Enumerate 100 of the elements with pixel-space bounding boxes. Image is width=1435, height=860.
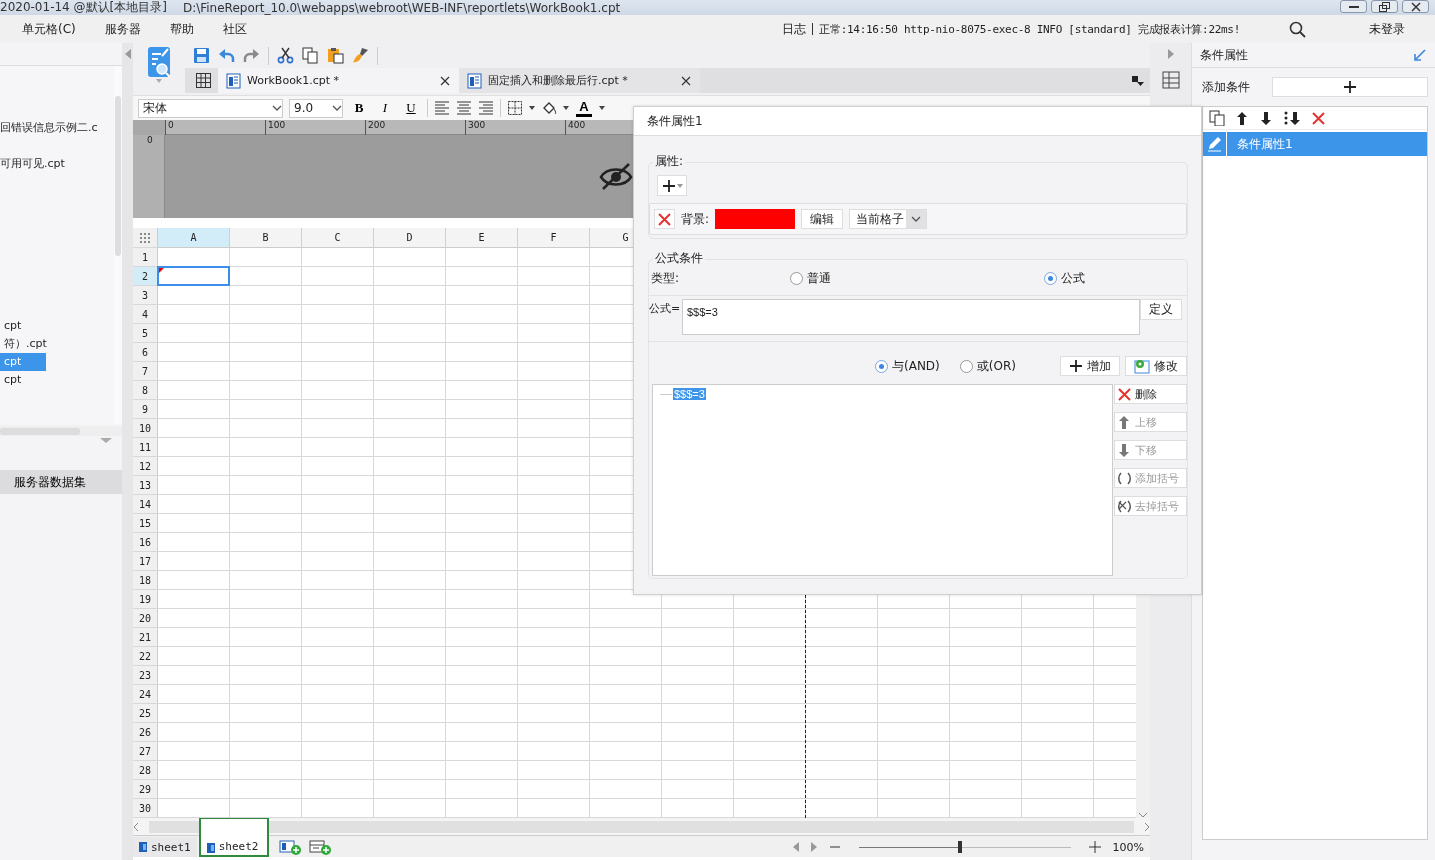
eye-slash-icon[interactable] [599, 160, 633, 193]
formula-field[interactable]: $$$=3 [682, 299, 1140, 335]
grid-icon[interactable] [195, 72, 212, 89]
row-header[interactable]: 28 [133, 761, 158, 780]
border-icon[interactable] [507, 100, 523, 116]
caret-icon[interactable] [599, 106, 605, 110]
row-header[interactable]: 5 [133, 324, 158, 343]
fill-bucket-icon[interactable] [541, 100, 557, 116]
move-bottom-icon[interactable] [1283, 110, 1301, 126]
scroll-down-icon[interactable] [1138, 812, 1148, 818]
minimize-button[interactable] [1340, 0, 1367, 13]
radio-button[interactable]: 与(AND) [875, 357, 940, 375]
delete-icon[interactable] [1311, 110, 1326, 126]
row-header[interactable]: 16 [133, 533, 158, 552]
row-header[interactable]: 10 [133, 419, 158, 438]
row-header[interactable]: 20 [133, 609, 158, 628]
selected-cell[interactable] [157, 266, 230, 286]
align-right-icon[interactable] [478, 100, 494, 116]
row-header[interactable]: 27 [133, 742, 158, 761]
file-item[interactable]: cpt [0, 317, 46, 335]
restore-button[interactable] [1371, 0, 1398, 13]
zoom-in-icon[interactable] [1088, 841, 1101, 853]
scroll-left-icon[interactable] [133, 821, 139, 832]
undo-icon[interactable] [218, 47, 235, 64]
column-header[interactable]: E [446, 228, 518, 248]
action-button[interactable]: 删除 [1114, 384, 1187, 404]
font-select[interactable]: 宋体 [138, 98, 283, 118]
copy-icon[interactable] [1209, 110, 1225, 126]
file-tab[interactable]: WorkBook1.cpt * [218, 68, 459, 93]
row-header[interactable]: 1 [133, 248, 158, 267]
menu-item[interactable]: 帮助 [169, 20, 194, 38]
modify-button[interactable]: 修改 [1125, 356, 1187, 376]
radio-button[interactable]: 普通 [790, 270, 1044, 287]
scrollbar-thumb[interactable] [115, 96, 121, 256]
caret-icon[interactable] [529, 106, 535, 110]
close-icon[interactable] [680, 74, 692, 87]
log-label[interactable]: 日志 [782, 20, 807, 38]
row-header[interactable]: 19 [133, 590, 158, 609]
column-header[interactable]: B [230, 228, 302, 248]
slider-thumb[interactable] [958, 841, 963, 853]
row-header[interactable]: 17 [133, 552, 158, 571]
add-button[interactable]: 增加 [1060, 356, 1120, 376]
row-header[interactable]: 18 [133, 571, 158, 590]
row-header[interactable]: 22 [133, 647, 158, 666]
sheet-tab[interactable]: sheet2 [198, 817, 269, 857]
italic-button[interactable]: I [375, 98, 395, 118]
row-header[interactable]: 15 [133, 514, 158, 533]
row-header[interactable]: 6 [133, 343, 158, 362]
define-button[interactable]: 定义 [1140, 299, 1182, 320]
row-header[interactable]: 26 [133, 723, 158, 742]
copy-icon[interactable] [302, 47, 319, 64]
row-header[interactable]: 29 [133, 780, 158, 799]
dataset-button[interactable]: 服务器数据集 [0, 470, 122, 494]
cell-grid-icon[interactable] [1161, 71, 1180, 89]
report-search-icon[interactable] [148, 47, 170, 77]
next-icon[interactable] [810, 842, 817, 852]
row-header[interactable]: 11 [133, 438, 158, 457]
underline-button[interactable]: U [401, 98, 421, 118]
row-header[interactable]: 23 [133, 666, 158, 685]
row-header[interactable]: 12 [133, 457, 158, 476]
dropdown-icon[interactable] [1132, 75, 1144, 86]
column-header[interactable]: A [158, 228, 230, 248]
add-form-icon[interactable] [308, 839, 331, 855]
zoom-slider[interactable] [858, 841, 1071, 853]
brush-icon[interactable] [352, 47, 369, 64]
caret-icon[interactable] [563, 106, 569, 110]
redo-icon[interactable] [243, 47, 260, 64]
row-header[interactable]: 4 [133, 305, 158, 324]
row-header[interactable]: 21 [133, 628, 158, 647]
scissors-icon[interactable] [277, 47, 294, 64]
remove-button[interactable] [654, 209, 675, 229]
menu-item[interactable]: 服务器 [104, 20, 141, 38]
login-link[interactable]: 未登录 [1369, 20, 1405, 38]
select-all-corner[interactable] [133, 228, 158, 248]
file-item[interactable]: cpt [0, 371, 46, 389]
row-header[interactable]: 8 [133, 381, 158, 400]
close-button[interactable] [1402, 0, 1429, 13]
menu-item[interactable]: 社区 [222, 20, 247, 38]
scrollbar-thumb[interactable] [0, 427, 80, 435]
radio-dot[interactable] [959, 359, 973, 373]
sheet-tab[interactable]: sheet1 [133, 837, 197, 857]
file-item[interactable]: 符）.cpt [0, 335, 49, 353]
row-header[interactable]: 9 [133, 400, 158, 419]
row-header[interactable]: 3 [133, 286, 158, 305]
up-arrow-icon[interactable] [1235, 110, 1249, 126]
column-header[interactable]: D [374, 228, 446, 248]
font-size-select[interactable]: 9.0 [289, 98, 343, 118]
search-icon[interactable] [1289, 20, 1306, 38]
radio-button[interactable]: 公式 [1044, 270, 1187, 287]
arrow-icon[interactable] [1413, 49, 1427, 61]
radio-button[interactable]: 或(OR) [959, 357, 1016, 375]
row-header[interactable]: 24 [133, 685, 158, 704]
column-header[interactable]: C [302, 228, 374, 248]
paste-icon[interactable] [327, 47, 344, 64]
expand-icon[interactable] [1167, 49, 1174, 59]
menu-item[interactable]: 单元格(C) [22, 20, 76, 38]
add-sheet-icon[interactable] [278, 839, 301, 855]
save-icon[interactable] [193, 47, 210, 64]
row-header[interactable]: 7 [133, 362, 158, 381]
file-tab[interactable]: 固定插入和删除最后行.cpt * [459, 68, 700, 93]
